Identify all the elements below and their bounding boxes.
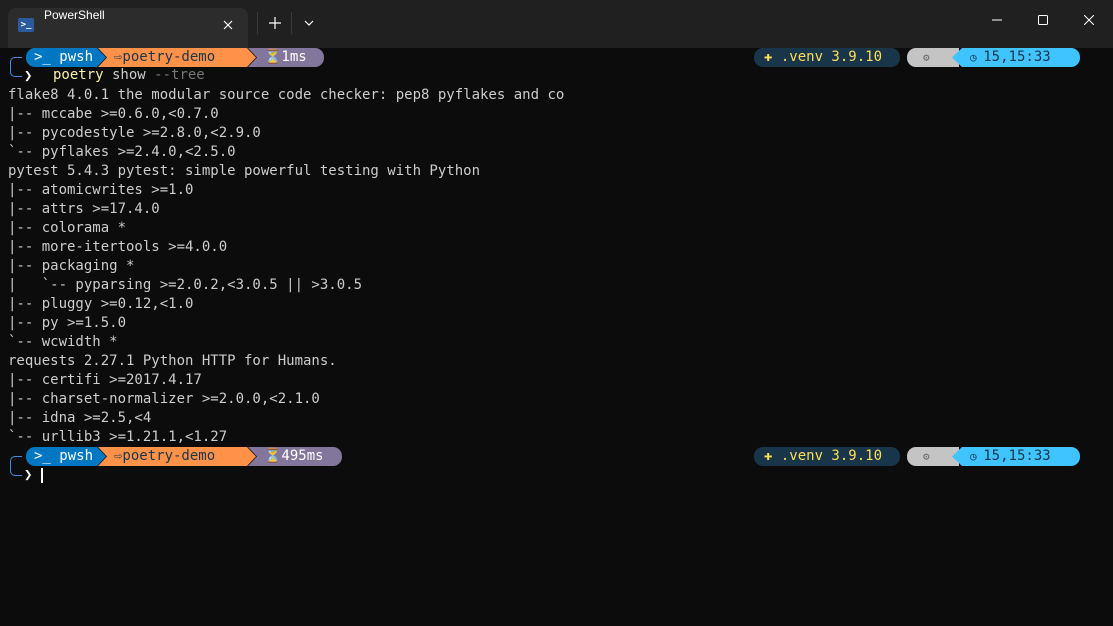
- text-cursor: [41, 468, 43, 483]
- output-line: |-- pluggy >=0.12,<1.0: [8, 296, 194, 312]
- path-segment: ⇨poetry-demo: [98, 447, 256, 466]
- prompt-hook: [10, 466, 22, 476]
- maximize-button[interactable]: [1021, 6, 1065, 34]
- clock-icon: ◷: [970, 51, 984, 64]
- tab-close-button[interactable]: [216, 14, 240, 36]
- shell-segment: >_ pwsh: [26, 48, 106, 67]
- tab-divider: [257, 12, 258, 34]
- new-tab-button[interactable]: [262, 10, 288, 36]
- prompt-chevron: ❯: [24, 467, 33, 483]
- terminal-icon: >_: [34, 448, 60, 464]
- output-line: |-- more-itertools >=4.0.0: [8, 239, 228, 255]
- tab-title: PowerShell: [44, 8, 105, 22]
- minimize-button[interactable]: [975, 6, 1019, 34]
- time-label: 15,15:33: [983, 448, 1051, 464]
- terminal-icon: >_: [34, 49, 60, 65]
- gear-segment: ⚙: [907, 447, 959, 466]
- output-line: |-- mccabe >=0.6.0,<0.7.0: [8, 106, 219, 122]
- prompt-corner: [10, 57, 22, 67]
- venv-label: .venv 3.9.10: [780, 448, 883, 464]
- output-line: |-- atomicwrites >=1.0: [8, 182, 194, 198]
- prompt-chevron: ❯: [24, 68, 33, 84]
- output-line: |-- py >=1.5.0: [8, 315, 127, 331]
- output-line: |-- pycodestyle >=2.8.0,<2.9.0: [8, 125, 261, 141]
- title-bar: >_ PowerShell: [0, 0, 1113, 48]
- shell-label: pwsh: [59, 49, 94, 65]
- shell-label: pwsh: [59, 448, 94, 464]
- gear-icon: ⚙: [923, 51, 930, 64]
- prompt-hook: [10, 67, 22, 77]
- output-line: `-- urllib3 >=1.21.1,<1.27: [8, 429, 228, 445]
- output-line: pytest 5.4.3 pytest: simple powerful tes…: [8, 163, 481, 179]
- command-name: poetry: [53, 67, 104, 83]
- venv-label: .venv 3.9.10: [780, 49, 883, 65]
- output-line: |-- packaging *: [8, 258, 135, 274]
- output-line: |-- colorama *: [8, 220, 127, 236]
- python-icon: ✚: [764, 49, 781, 65]
- shell-segment: >_ pwsh: [26, 447, 106, 466]
- output-line: |-- idna >=2.5,<4: [8, 410, 152, 426]
- venv-segment: ✚ .venv 3.9.10: [754, 48, 900, 67]
- powershell-icon: >_: [18, 18, 34, 32]
- gear-icon: ⚙: [923, 450, 930, 463]
- duration-segment: ⏳1ms: [248, 48, 324, 67]
- output-line: `-- wcwidth *: [8, 334, 118, 350]
- output-line: requests 2.27.1 Python HTTP for Humans.: [8, 353, 337, 369]
- close-icon: [1084, 15, 1094, 25]
- prompt-line-1: >_ pwsh ⇨poetry-demo ⏳1ms ✚ .venv 3.9.10…: [0, 48, 1113, 67]
- terminal-pane[interactable]: >_ pwsh ⇨poetry-demo ⏳1ms ✚ .venv 3.9.10…: [0, 48, 1113, 626]
- tab-powershell[interactable]: >_ PowerShell: [8, 8, 248, 48]
- close-window-button[interactable]: [1067, 6, 1111, 34]
- command-flag: --tree: [145, 67, 205, 83]
- clock-icon: ◷: [970, 450, 984, 463]
- gear-segment: ⚙: [907, 48, 959, 67]
- output-line: flake8 4.0.1 the modular source code che…: [8, 87, 565, 103]
- clock-segment: ◷ 15,15:33: [952, 48, 1080, 67]
- output-line: |-- attrs >=17.4.0: [8, 201, 160, 217]
- output-line: |-- charset-normalizer >=2.0.0,<2.1.0: [8, 391, 320, 407]
- python-icon: ✚: [764, 448, 781, 464]
- close-icon: [223, 20, 233, 30]
- prompt-line-2: >_ pwsh ⇨poetry-demo ⏳495ms ✚ .venv 3.9.…: [0, 447, 1113, 466]
- plus-icon: [269, 17, 281, 29]
- output-line: `-- pyflakes >=2.4.0,<2.5.0: [8, 144, 236, 160]
- path-segment: ⇨poetry-demo: [98, 48, 256, 67]
- command-line-1: ❯ poetry show --tree: [0, 67, 1113, 86]
- profile-dropdown-button[interactable]: [296, 10, 322, 36]
- venv-segment: ✚ .venv 3.9.10: [754, 447, 900, 466]
- duration-segment: ⏳495ms: [248, 447, 342, 466]
- output-line: |-- certifi >=2017.4.17: [8, 372, 202, 388]
- chevron-down-icon: [304, 20, 314, 26]
- command-text: poetry show --tree: [53, 67, 205, 83]
- output-line: | `-- pyparsing >=2.0.2,<3.0.5 || >3.0.5: [8, 277, 363, 293]
- minimize-icon: [992, 19, 1002, 21]
- command-line-2[interactable]: ❯: [0, 466, 1113, 485]
- maximize-icon: [1038, 15, 1048, 25]
- command-arg: show: [103, 67, 146, 83]
- time-label: 15,15:33: [983, 49, 1051, 65]
- prompt-corner: [10, 456, 22, 466]
- clock-segment: ◷ 15,15:33: [952, 447, 1080, 466]
- dropdown-divider: [291, 12, 292, 34]
